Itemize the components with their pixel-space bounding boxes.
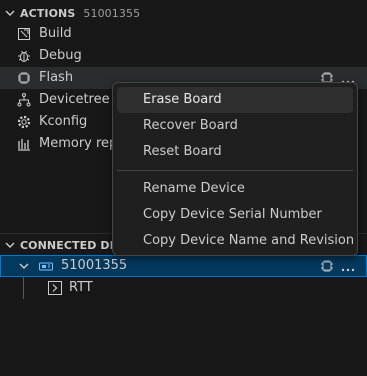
menu-item-copy-serial[interactable]: Copy Device Serial Number bbox=[117, 202, 353, 228]
devicetree-icon bbox=[16, 92, 32, 108]
gear-icon bbox=[16, 114, 32, 130]
chevron-down-icon[interactable] bbox=[0, 239, 20, 251]
expand-box-icon bbox=[47, 280, 63, 300]
build-icon bbox=[16, 26, 32, 42]
action-kconfig-label: Kconfig bbox=[39, 114, 88, 129]
chip-action-icon[interactable] bbox=[319, 258, 335, 278]
menu-separator bbox=[117, 170, 353, 171]
memory-report-icon bbox=[16, 136, 32, 152]
actions-section-header[interactable]: ACTIONS 51001355 bbox=[0, 2, 367, 24]
device-label: 51001355 bbox=[61, 258, 128, 273]
more-actions-icon[interactable] bbox=[341, 261, 355, 276]
menu-item-rename-device[interactable]: Rename Device bbox=[117, 176, 353, 202]
device-row[interactable]: 51001355 bbox=[0, 255, 367, 277]
chevron-down-icon[interactable] bbox=[18, 260, 30, 276]
menu-item-copy-name-revision[interactable]: Copy Device Name and Revision bbox=[117, 228, 354, 254]
chevron-down-icon[interactable] bbox=[0, 7, 20, 19]
actions-title: ACTIONS bbox=[20, 6, 76, 20]
action-debug[interactable]: Debug bbox=[0, 45, 367, 67]
chip-icon bbox=[16, 70, 32, 86]
actions-device-id: 51001355 bbox=[83, 6, 141, 20]
device-icon bbox=[38, 258, 54, 278]
action-devicetree-label: Devicetree C bbox=[39, 92, 123, 108]
rtt-row[interactable]: RTT bbox=[0, 277, 367, 299]
menu-item-erase-board[interactable]: Erase Board bbox=[117, 87, 353, 113]
menu-item-recover-board[interactable]: Recover Board bbox=[117, 113, 353, 139]
action-build-label: Build bbox=[39, 26, 72, 41]
action-flash-label: Flash bbox=[39, 70, 74, 85]
menu-item-reset-board[interactable]: Reset Board bbox=[117, 139, 353, 165]
action-build[interactable]: Build bbox=[0, 23, 367, 45]
rtt-label: RTT bbox=[69, 280, 93, 295]
context-menu: Erase Board Recover Board Reset Board Re… bbox=[112, 82, 358, 256]
debug-icon bbox=[16, 48, 32, 64]
action-debug-label: Debug bbox=[39, 48, 82, 63]
